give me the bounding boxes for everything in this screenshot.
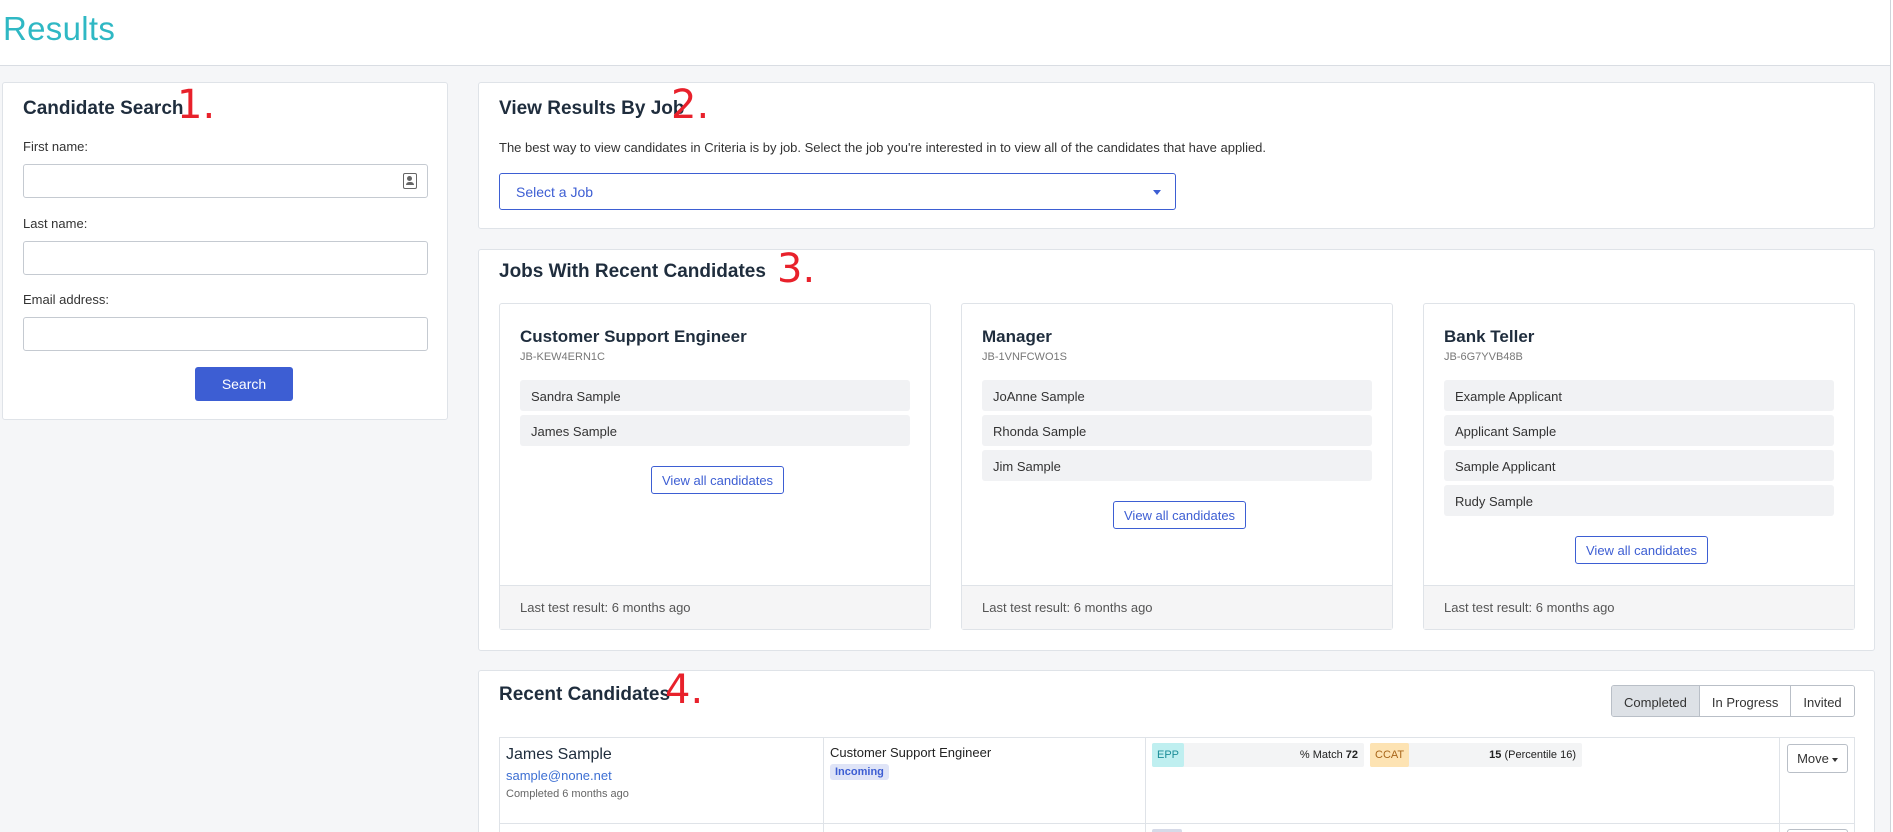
step-marker-1: 1. — [177, 82, 216, 128]
candidate-item[interactable]: Rhonda Sample — [982, 415, 1372, 446]
job-card-footer: Last test result: 6 months ago — [1424, 585, 1854, 629]
job-select-value: Select a Job — [516, 184, 594, 200]
candidate-item[interactable]: Sample Applicant — [1444, 450, 1834, 481]
candidate-item[interactable]: Rudy Sample — [1444, 485, 1834, 516]
column-divider — [1779, 738, 1780, 832]
ccat-tag: CCAT — [1370, 743, 1410, 767]
chevron-down-icon — [1153, 190, 1161, 195]
recent-jobs-panel: Jobs With Recent Candidates 3. Customer … — [478, 246, 1875, 651]
epp-score-number: 72 — [1345, 749, 1358, 761]
view-by-job-title: View Results By Job — [499, 98, 685, 119]
page-title: Results — [3, 10, 116, 47]
recent-candidates-panel: Recent Candidates 4. Completed In Progre… — [478, 667, 1875, 832]
candidate-item[interactable]: Example Applicant — [1444, 380, 1834, 411]
candidate-search-panel: Candidate Search 1. First name: Last nam… — [2, 82, 448, 420]
job-card-id: JB-6G7YVB48B — [1444, 351, 1523, 363]
search-button[interactable]: Search — [195, 367, 293, 401]
last-name-input[interactable] — [23, 241, 428, 275]
column-divider — [823, 738, 824, 832]
view-by-job-description: The best way to view candidates in Crite… — [499, 140, 1267, 155]
job-card: Customer Support Engineer JB-KEW4ERN1C S… — [499, 303, 931, 630]
view-all-candidates-button[interactable]: View all candidates — [651, 466, 785, 494]
first-name-input[interactable] — [23, 164, 428, 198]
ccat-score-number: 15 — [1489, 749, 1502, 761]
column-divider — [1145, 738, 1146, 832]
job-card: Bank Teller JB-6G7YVB48B Example Applica… — [1423, 303, 1855, 630]
caret-down-icon — [1831, 757, 1838, 762]
job-card-title[interactable]: Manager — [982, 327, 1052, 347]
candidate-item[interactable]: JoAnne Sample — [982, 380, 1372, 411]
step-marker-2: 2. — [671, 82, 710, 128]
ccat-percentile: (Percentile 16) — [1504, 749, 1576, 761]
job-card-footer: Last test result: 6 months ago — [500, 585, 930, 629]
tab-in-progress[interactable]: In Progress — [1699, 686, 1792, 716]
move-button-label: Move — [1797, 751, 1829, 766]
step-marker-4: 4. — [665, 667, 704, 713]
candidate-status: Completed 6 months ago — [506, 788, 629, 800]
email-label: Email address: — [23, 292, 109, 307]
job-card-title[interactable]: Bank Teller — [1444, 327, 1534, 347]
job-card-id: JB-KEW4ERN1C — [520, 351, 605, 363]
candidates-table: James Sample sample@none.net Completed 6… — [499, 737, 1855, 832]
tab-completed[interactable]: Completed — [1612, 686, 1700, 716]
epp-score[interactable]: EPP % Match 72 — [1152, 743, 1364, 767]
last-name-label: Last name: — [23, 216, 88, 231]
job-card: Manager JB-1VNFCWO1S JoAnne Sample Rhond… — [961, 303, 1393, 630]
candidate-job: Customer Support Engineer — [830, 745, 992, 760]
candidate-name[interactable]: James Sample — [506, 746, 612, 764]
row-divider — [500, 823, 1854, 824]
candidate-item[interactable]: Sandra Sample — [520, 380, 910, 411]
view-all-candidates-button[interactable]: View all candidates — [1113, 501, 1247, 529]
job-select[interactable]: Select a Job — [499, 173, 1176, 210]
stage-badge: Incoming — [830, 764, 889, 780]
top-bar: Results — [0, 0, 1890, 66]
candidate-email-link[interactable]: sample@none.net — [506, 768, 612, 783]
status-tabs: Completed In Progress Invited — [1611, 685, 1855, 717]
move-button[interactable]: Move — [1787, 744, 1848, 773]
tab-invited[interactable]: Invited — [1791, 686, 1854, 716]
job-card-title[interactable]: Customer Support Engineer — [520, 327, 747, 347]
ccat-score[interactable]: CCAT 15 (Percentile 16) — [1370, 743, 1582, 767]
job-card-id: JB-1VNFCWO1S — [982, 351, 1067, 363]
epp-score-label: % Match — [1299, 749, 1343, 761]
contact-card-icon[interactable] — [403, 173, 417, 189]
candidate-item[interactable]: Applicant Sample — [1444, 415, 1834, 446]
candidate-search-title: Candidate Search — [23, 98, 184, 119]
first-name-label: First name: — [23, 139, 89, 154]
job-card-footer: Last test result: 6 months ago — [962, 585, 1392, 629]
epp-tag: EPP — [1152, 743, 1185, 767]
step-marker-3: 3. — [777, 246, 816, 292]
candidate-item[interactable]: James Sample — [520, 415, 910, 446]
recent-candidates-title: Recent Candidates — [499, 684, 671, 705]
ccat-score-value: 15 (Percentile 16) — [1489, 749, 1576, 761]
epp-score-value: % Match 72 — [1300, 749, 1358, 761]
candidate-item[interactable]: Jim Sample — [982, 450, 1372, 481]
view-by-job-panel: View Results By Job 2. The best way to v… — [478, 82, 1875, 229]
view-all-candidates-button[interactable]: View all candidates — [1575, 536, 1709, 564]
recent-jobs-title: Jobs With Recent Candidates — [499, 261, 766, 282]
email-input[interactable] — [23, 317, 428, 351]
